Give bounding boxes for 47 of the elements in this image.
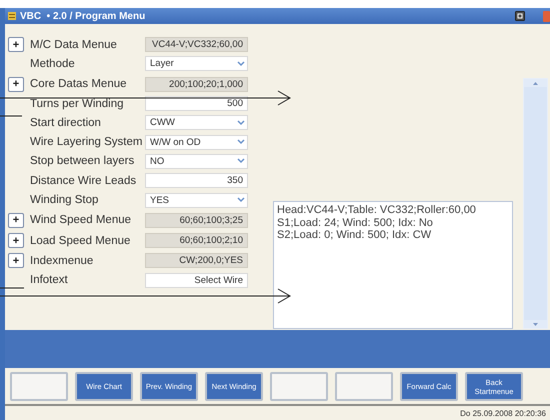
scroll-up-icon[interactable] xyxy=(533,82,538,84)
input-field[interactable]: Select Wire xyxy=(145,272,248,288)
field-label: M/C Data Menue xyxy=(30,38,118,51)
expand-button[interactable]: + xyxy=(8,233,24,248)
field-label: Winding Stop xyxy=(30,194,100,206)
date-time: Do 25.09.2008 20:20:36 xyxy=(460,408,546,418)
window-title: VBC • 2.0 / Program Menu xyxy=(20,10,146,22)
window-icon[interactable] xyxy=(515,11,525,21)
field-label: Methode xyxy=(30,58,76,70)
dropdown[interactable]: CWW xyxy=(145,115,248,130)
field-label: Indexmenue xyxy=(30,254,94,267)
summary-field: VC44-V;VC332;60,00 xyxy=(145,37,248,52)
summary-field: 200;100;20;1,000 xyxy=(145,76,248,92)
dropdown[interactable]: Layer xyxy=(145,56,248,72)
scroll-down-icon[interactable] xyxy=(533,322,538,326)
field-label: Turns per Winding xyxy=(30,98,125,110)
blank-button[interactable] xyxy=(335,372,393,401)
dropdown[interactable]: YES xyxy=(145,192,248,208)
input-field[interactable]: 500 xyxy=(145,96,248,112)
dropdown-caret-icon[interactable] xyxy=(237,120,245,126)
field-label: Wire Layering System xyxy=(30,136,144,148)
summary-field: CW;200,0;YES xyxy=(145,253,248,268)
field-label: Start direction xyxy=(30,116,102,129)
blank-button[interactable] xyxy=(10,372,68,401)
field-label: Distance Wire Leads xyxy=(30,174,138,187)
expand-button[interactable]: + xyxy=(8,37,24,52)
blank-button[interactable] xyxy=(270,372,328,401)
field-label: Core Datas Menue xyxy=(30,78,128,90)
dropdown[interactable]: W/W on OD xyxy=(145,134,248,150)
dropdown-caret-icon[interactable] xyxy=(237,158,245,164)
app-icon xyxy=(8,12,16,20)
field-label: Wind Speed Menue xyxy=(30,214,132,226)
dropdown-caret-icon[interactable] xyxy=(237,60,245,67)
input-field[interactable]: 350 xyxy=(145,173,248,188)
summary-field: 60;60;100;3;25 xyxy=(145,212,248,228)
dropdown-caret-icon[interactable] xyxy=(237,197,245,204)
expand-button[interactable]: + xyxy=(8,76,24,92)
info-text-area[interactable]: Head:VC44-V;Table: VC332;Roller:60,00 S1;Load: 24; Wind: 500; Idx: No S2;Load: 0; Wind: 500; Idx: CW xyxy=(273,201,513,329)
expand-button[interactable]: + xyxy=(8,212,24,228)
field-label: Stop between layers xyxy=(30,155,136,168)
dropdown[interactable]: NO xyxy=(145,154,248,169)
expand-button[interactable]: + xyxy=(8,253,24,268)
field-label: Infotext xyxy=(30,274,69,286)
dropdown-caret-icon[interactable] xyxy=(237,139,245,146)
summary-field: 60;60;100;2;10 xyxy=(145,233,248,248)
scrollbar[interactable] xyxy=(523,78,548,329)
field-label: Load Speed Menue xyxy=(30,234,132,247)
